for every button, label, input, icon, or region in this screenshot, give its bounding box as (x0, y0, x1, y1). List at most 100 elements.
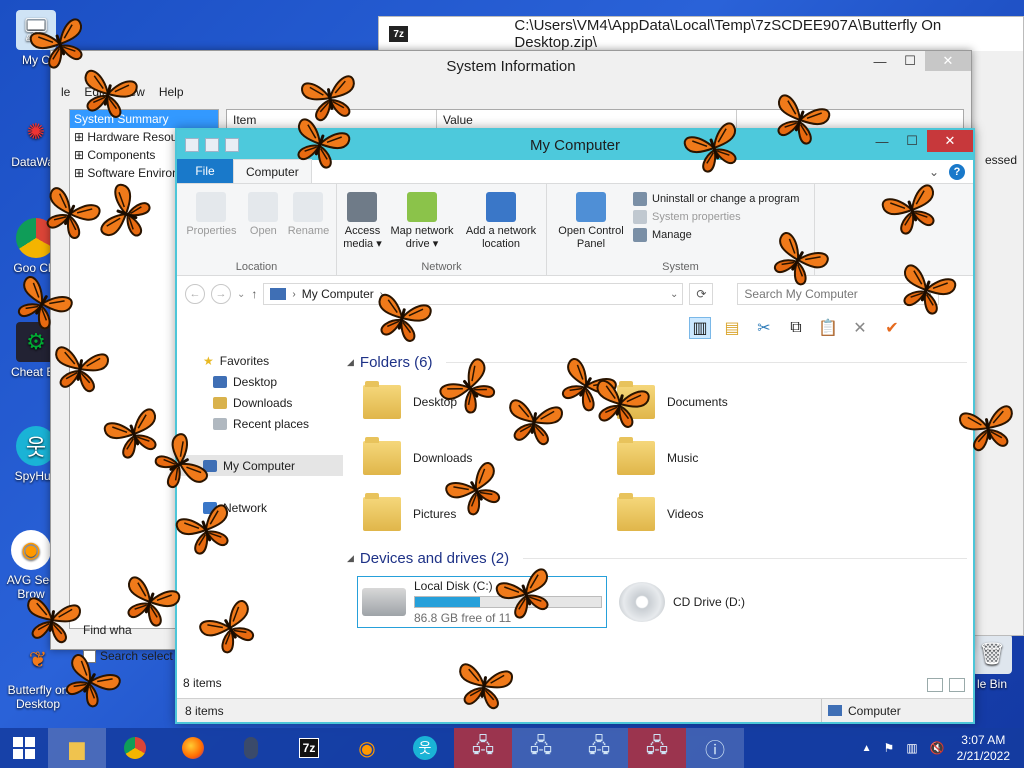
folder-downloads[interactable]: Downloads (363, 436, 617, 480)
folder-videos[interactable]: Videos (617, 492, 871, 536)
ribbon-expand-icon[interactable]: ⌄ (929, 165, 939, 179)
copy-icon[interactable]: ⧉ (785, 317, 807, 339)
search-input[interactable]: Search My Computer ⌕ (737, 283, 940, 305)
firefox-icon (182, 737, 204, 759)
details-view-icon[interactable] (927, 678, 943, 692)
folder-options-icon[interactable]: ▤ (721, 317, 743, 339)
find-what-label: Find wha (83, 623, 132, 637)
spyhunter-icon: 웃 (413, 736, 437, 760)
cut-icon[interactable]: ✂ (753, 317, 775, 339)
tab-file[interactable]: File (177, 159, 233, 183)
taskbar-7zip[interactable]: 7z (280, 728, 338, 768)
preview-pane-icon[interactable]: ▥ (689, 317, 711, 339)
desktop-icon-label: Butterfly on Desktop (7, 683, 69, 711)
breadcrumb-my-computer[interactable]: My Computer (302, 287, 374, 301)
taskbar-network-d[interactable]: 🖧 (628, 728, 686, 768)
recent-locations-chevron-icon[interactable]: ⌄ (237, 289, 245, 300)
taskbar-mouse[interactable] (222, 728, 280, 768)
drive-c-usage-bar (414, 596, 602, 608)
uninstall-program-button[interactable]: Uninstall or change a program (633, 192, 799, 206)
computer-qat-icon[interactable] (185, 138, 199, 152)
taskbar-network-b[interactable]: 🖧 (512, 728, 570, 768)
properties-qat-icon[interactable] (205, 138, 219, 152)
network-status-icon[interactable]: ▥ (906, 741, 917, 755)
nav-recent-places[interactable]: Recent places (177, 413, 343, 434)
column-item[interactable]: Item (227, 110, 437, 128)
status-item-count: 8 items (185, 703, 224, 718)
uninstall-icon (633, 192, 647, 206)
taskbar-explorer[interactable]: ▆ (48, 728, 106, 768)
nav-network[interactable]: Network (177, 497, 343, 518)
sysinfo-menubar: le Edit View Help (51, 81, 971, 103)
menu-view[interactable]: View (119, 85, 145, 99)
folder-icon: ▆ (69, 737, 85, 760)
system-properties-button[interactable]: System properties (633, 210, 799, 224)
folder-desktop[interactable]: Desktop (363, 380, 617, 424)
address-dropdown-icon[interactable]: ⌄ (670, 289, 678, 300)
extra-toolbar: ▥ ▤ ✂ ⧉ 📋 ✕ ✔ (177, 312, 973, 344)
folders-group-header[interactable]: ◢ Folders (6) (347, 350, 967, 374)
tab-computer[interactable]: Computer (233, 159, 312, 183)
show-hidden-icons-chevron-icon[interactable]: ▲ (862, 743, 872, 754)
desktop-icon-label: AVG Sec Brow (6, 573, 56, 601)
explorer-titlebar[interactable]: My Computer — ☐ ✕ (177, 130, 973, 160)
inner-item-count: 8 items (183, 676, 222, 690)
volume-muted-icon[interactable]: 🔇 (930, 741, 945, 755)
start-button[interactable] (0, 728, 48, 768)
maximize-button[interactable]: ☐ (897, 130, 927, 152)
drives-group-header[interactable]: ◢ Devices and drives (2) (347, 546, 967, 570)
nav-favorites[interactable]: ★ Favorites (177, 350, 343, 371)
menu-help[interactable]: Help (159, 85, 184, 99)
address-bar[interactable]: › My Computer › ⌄ (263, 283, 684, 305)
column-value[interactable]: Value (437, 110, 737, 128)
action-center-flag-icon[interactable]: ⚑ (884, 741, 895, 755)
menu-file[interactable]: le (61, 85, 70, 99)
apply-check-icon[interactable]: ✔ (881, 317, 903, 339)
forward-button[interactable]: → (211, 284, 231, 304)
7z-icon: 7z (298, 738, 320, 758)
search-selected-checkbox[interactable]: Search select (83, 649, 173, 663)
back-button[interactable]: ← (185, 284, 205, 304)
sysinfo-titlebar[interactable]: System Information — ☐ ✕ (51, 51, 971, 81)
taskbar-sysinfo[interactable]: ⓘ (686, 728, 744, 768)
close-button[interactable]: ✕ (925, 51, 971, 71)
drive-d[interactable]: CD Drive (D:) (615, 576, 865, 628)
new-folder-qat-icon[interactable] (225, 138, 239, 152)
large-icons-view-icon[interactable] (949, 678, 965, 692)
manage-button[interactable]: Manage (633, 228, 799, 242)
paste-icon[interactable]: 📋 (817, 317, 839, 339)
taskbar-spyhunter[interactable]: 웃 (396, 728, 454, 768)
up-button[interactable]: ↑ (251, 287, 257, 301)
taskbar-network-c[interactable]: 🖧 (570, 728, 628, 768)
zip-window-titlebar[interactable]: 7z C:\Users\VM4\AppData\Local\Temp\7zSCD… (379, 17, 1023, 51)
nav-my-computer[interactable]: My Computer (177, 455, 343, 476)
taskbar-network-a[interactable]: 🖧 (454, 728, 512, 768)
menu-edit[interactable]: Edit (84, 85, 105, 99)
taskbar-chrome[interactable] (106, 728, 164, 768)
desktop-icon-butterfly[interactable]: ❦ Butterfly on Desktop (0, 640, 76, 711)
minimize-button[interactable]: — (865, 51, 895, 71)
taskbar-clock[interactable]: 3:07 AM 2/21/2022 (957, 732, 1010, 764)
folder-pictures[interactable]: Pictures (363, 492, 617, 536)
nav-downloads[interactable]: Downloads (177, 392, 343, 413)
network-monitor-icon: 🖧 (587, 735, 611, 757)
folder-music[interactable]: Music (617, 436, 871, 480)
clock-date: 2/21/2022 (956, 749, 1010, 763)
breadcrumb-chevron-icon[interactable]: › (380, 289, 383, 300)
delete-icon[interactable]: ✕ (849, 317, 871, 339)
taskbar-firefox[interactable] (164, 728, 222, 768)
refresh-button[interactable]: ⟳ (689, 283, 714, 305)
maximize-button[interactable]: ☐ (895, 51, 925, 71)
ribbon-group-network: Access media ▾ Map network drive ▾ Add a… (337, 184, 547, 275)
tree-item-system-summary[interactable]: System Summary (70, 110, 218, 128)
nav-desktop[interactable]: Desktop (177, 371, 343, 392)
help-icon[interactable]: ? (949, 164, 965, 180)
drive-c[interactable]: Local Disk (C:) 86.8 GB free of 11 (357, 576, 607, 628)
close-button[interactable]: ✕ (927, 130, 973, 152)
folder-documents[interactable]: Documents (617, 380, 871, 424)
taskbar-avg[interactable]: ◉ (338, 728, 396, 768)
group-label-system: System (662, 261, 699, 273)
mouse-icon (244, 737, 258, 759)
explorer-window[interactable]: My Computer — ☐ ✕ File Computer ⌄ ? Prop… (175, 128, 975, 724)
minimize-button[interactable]: — (867, 130, 897, 152)
